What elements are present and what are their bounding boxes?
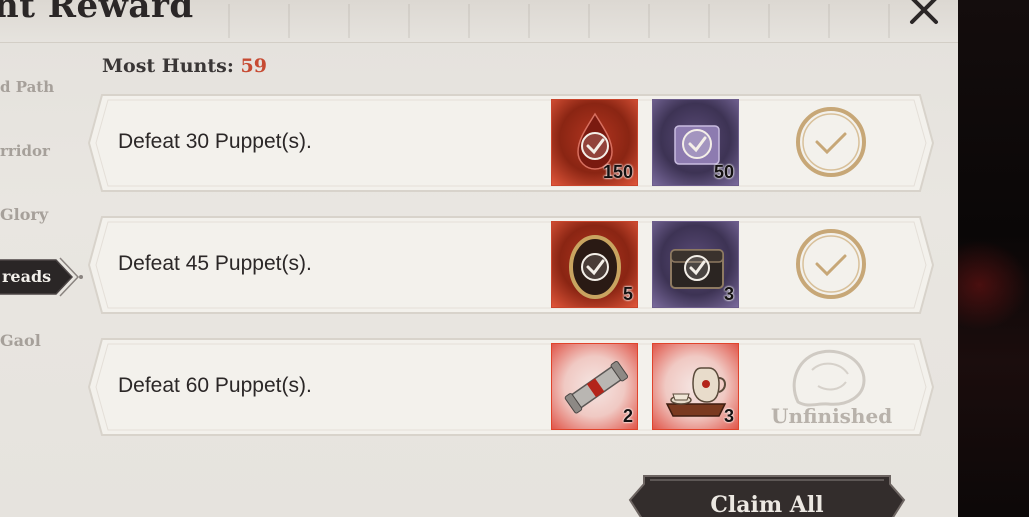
close-icon xyxy=(910,0,938,24)
background-right-strip xyxy=(958,0,1029,517)
reward-quantity: 50 xyxy=(713,162,734,182)
claimed-check-icon xyxy=(796,107,866,177)
task-row: Defeat 30 Puppet(s). 150 50 xyxy=(88,92,934,194)
task-description: Defeat 45 Puppet(s). xyxy=(118,252,312,275)
nav-item-glory[interactable]: Glory xyxy=(0,205,48,224)
reward-item[interactable]: 5 xyxy=(551,221,638,308)
most-hunts-count: 59 xyxy=(240,55,267,77)
nav-item-threads-active[interactable]: reads xyxy=(0,254,84,300)
most-hunts-label: Most Hunts: xyxy=(102,55,234,77)
reward-quantity: 150 xyxy=(602,162,633,182)
nav-item-label: reads xyxy=(2,267,52,286)
reward-quantity: 2 xyxy=(622,406,633,426)
reward-item[interactable]: 50 xyxy=(652,99,739,186)
nav-item-path[interactable]: d Path xyxy=(0,78,54,96)
task-row: Defeat 45 Puppet(s). 5 3 xyxy=(88,214,934,316)
claim-all-label: Claim All xyxy=(710,492,824,517)
reward-panel: nt Reward Most Hunts: 59 d Path rridor G… xyxy=(0,0,958,517)
reward-item[interactable]: 3 xyxy=(652,221,739,308)
claim-all-button[interactable]: Claim All xyxy=(628,474,906,517)
reward-quantity: 3 xyxy=(723,406,734,426)
status-unfinished: Unfinished xyxy=(771,404,893,428)
claimed-check-icon xyxy=(796,229,866,299)
task-row: Defeat 60 Puppet(s). 2 3 Unfinished xyxy=(88,336,934,438)
reward-item[interactable]: 150 xyxy=(551,99,638,186)
reward-item[interactable]: 3 xyxy=(652,343,739,430)
page-title: nt Reward xyxy=(0,0,194,26)
reward-quantity: 3 xyxy=(723,284,734,304)
reward-quantity: 5 xyxy=(622,284,633,304)
nav-item-gaol[interactable]: Gaol xyxy=(0,331,41,350)
reward-item[interactable]: 2 xyxy=(551,343,638,430)
unfinished-emblem-icon xyxy=(792,349,866,407)
task-description: Defeat 30 Puppet(s). xyxy=(118,130,312,153)
close-button[interactable] xyxy=(902,0,946,30)
background-glow xyxy=(958,240,1029,330)
nav-item-corridor[interactable]: rridor xyxy=(0,142,50,160)
most-hunts: Most Hunts: 59 xyxy=(102,55,267,77)
header-ornament xyxy=(200,4,920,38)
task-description: Defeat 60 Puppet(s). xyxy=(118,374,312,397)
